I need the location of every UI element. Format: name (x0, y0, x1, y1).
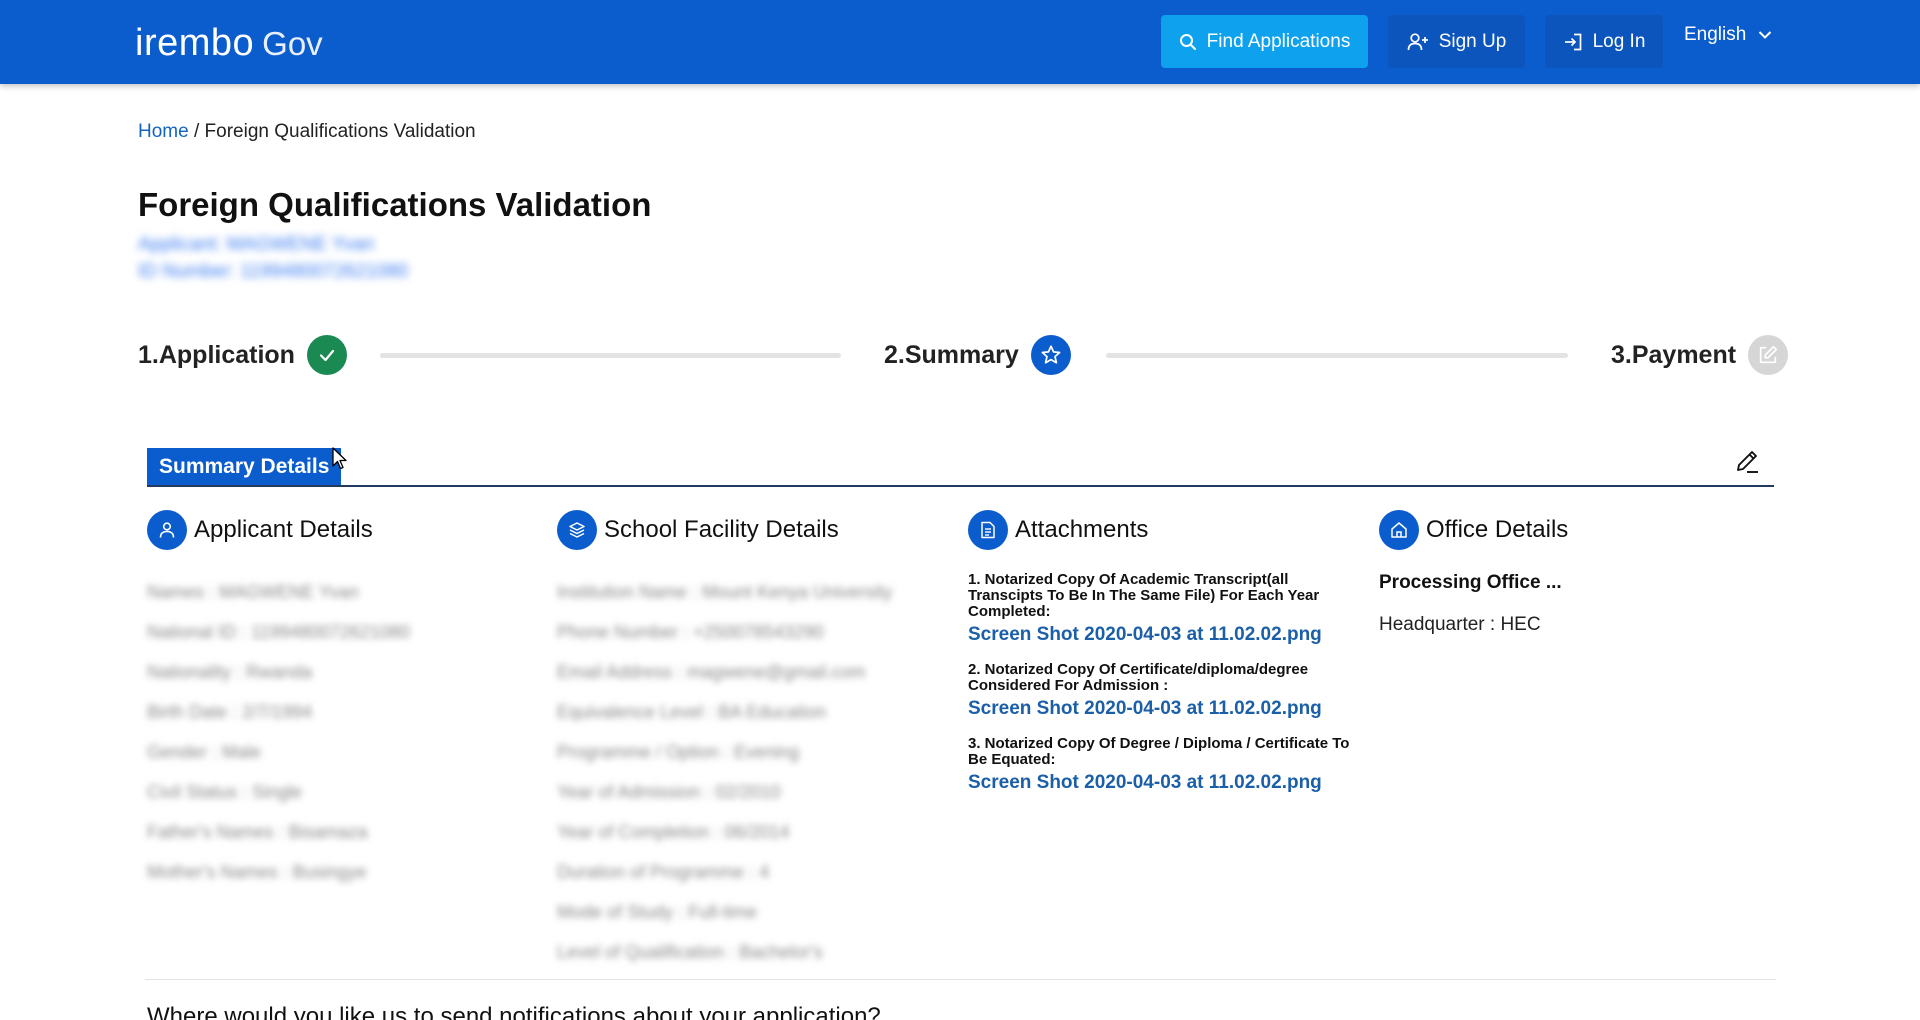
applicant-id-line: ID Number: 1199480072621080 (138, 261, 409, 282)
school-facility-list: Institution Name : Mount Kenya Universit… (557, 572, 947, 972)
attachment-label: 3. Notarized Copy Of Degree / Diploma / … (968, 735, 1350, 768)
list-item: Programme / Option : Evening (557, 742, 800, 762)
list-item: 2. Notarized Copy Of Certificate/diploma… (968, 662, 1353, 720)
top-navbar: irembo Gov Find Applications Sign Up Log… (0, 0, 1920, 84)
summary-divider (147, 485, 1774, 487)
attachment-file-link[interactable]: Screen Shot 2020-04-03 at 11.02.02.png (968, 624, 1353, 646)
list-item: Institution Name : Mount Kenya Universit… (557, 582, 893, 602)
list-item: Mother's Names : Busingye (147, 862, 367, 882)
person-icon (147, 510, 187, 550)
summary-details-tab[interactable]: Summary Details (147, 448, 341, 486)
school-facility-title: School Facility Details (604, 516, 839, 543)
sign-up-label: Sign Up (1438, 30, 1507, 52)
list-item: Father's Names : Bisamaza (147, 822, 368, 842)
school-facility-section: School Facility Details Institution Name… (557, 510, 947, 972)
attachments-header: Attachments (968, 510, 1353, 550)
headquarter-value: Headquarter : HEC (1379, 614, 1541, 635)
step-connector-2 (1106, 353, 1568, 358)
applicant-info: Applicant: MAGWENE Yvan ID Number: 11994… (138, 231, 408, 285)
irembo-gov-logo[interactable]: irembo Gov (135, 22, 323, 64)
list-item: 3. Notarized Copy Of Degree / Diploma / … (968, 736, 1353, 794)
office-details-section: Office Details Processing Office ... Hea… (1379, 510, 1769, 636)
applicant-details-section: Applicant Details Names : MAGWENE Yvan N… (147, 510, 537, 892)
chevron-down-icon (1759, 31, 1772, 39)
breadcrumb-home-link[interactable]: Home (138, 121, 189, 142)
step-payment-label: 3.Payment (1611, 340, 1737, 369)
attachment-file-link[interactable]: Screen Shot 2020-04-03 at 11.02.02.png (968, 698, 1353, 720)
attachments-section: Attachments 1. Notarized Copy Of Academi… (968, 510, 1353, 810)
page-title: Foreign Qualifications Validation (138, 186, 652, 223)
step-application-label: 1.Application (138, 340, 295, 369)
attachments-list: 1. Notarized Copy Of Academic Transcript… (968, 572, 1353, 794)
attachments-title: Attachments (1015, 516, 1149, 543)
list-item: Civil Status : Single (147, 782, 303, 802)
step-summary[interactable]: 2.Summary (884, 334, 1071, 376)
logo-main-text: irembo (135, 22, 255, 64)
list-item: Mode of Study : Full-time (557, 902, 758, 922)
list-item: 1. Notarized Copy Of Academic Transcript… (968, 572, 1353, 646)
language-label: English (1684, 24, 1747, 45)
step-connector-1 (380, 353, 841, 358)
school-facility-header: School Facility Details (557, 510, 947, 550)
step-payment[interactable]: 3.Payment (1611, 334, 1789, 376)
find-applications-button[interactable]: Find Applications (1161, 15, 1368, 68)
attachment-file-link[interactable]: Screen Shot 2020-04-03 at 11.02.02.png (968, 772, 1353, 794)
sign-up-button[interactable]: Sign Up (1388, 15, 1525, 68)
step-application[interactable]: 1.Application (138, 334, 347, 376)
language-selector[interactable]: English (1684, 24, 1772, 46)
check-icon (306, 335, 347, 375)
login-icon (1564, 33, 1581, 50)
list-item: National ID : 1199480072621080 (147, 622, 410, 642)
breadcrumb: Home / Foreign Qualifications Validation (138, 121, 476, 143)
list-item: Year of Admission : 02/2010 (557, 782, 781, 802)
processing-office-label: Processing Office ... (1379, 572, 1562, 593)
document-icon (968, 510, 1008, 550)
applicant-details-header: Applicant Details (147, 510, 537, 550)
office-details-header: Office Details (1379, 510, 1769, 550)
attachment-label: 2. Notarized Copy Of Certificate/diploma… (968, 661, 1309, 694)
log-in-button[interactable]: Log In (1545, 15, 1663, 68)
list-item: Phone Number : +250078543290 (557, 622, 824, 642)
list-item: Email Address : magwene@gmail.com (557, 662, 866, 682)
mouse-cursor-icon (332, 447, 347, 470)
pencil-icon[interactable] (1734, 448, 1760, 479)
notification-question: Where would you like us to send notifica… (147, 1003, 881, 1020)
layers-icon (557, 510, 597, 550)
list-item: Nationality : Rwanda (147, 662, 313, 682)
applicant-details-title: Applicant Details (194, 516, 373, 543)
find-applications-label: Find Applications (1206, 30, 1351, 52)
list-item: Duration of Programme : 4 (557, 862, 770, 882)
list-item: Birth Date : 2/7/1994 (147, 702, 313, 722)
list-item: Year of Completion : 06/2014 (557, 822, 790, 842)
applicant-name-line: Applicant: MAGWENE Yvan (138, 234, 375, 255)
list-item: Names : MAGWENE Yvan (147, 582, 359, 602)
search-icon (1179, 33, 1196, 50)
edit-square-icon (1748, 335, 1789, 375)
list-item: Equivalence Level : BA Education (557, 702, 827, 722)
step-summary-label: 2.Summary (884, 340, 1019, 369)
applicant-details-list: Names : MAGWENE Yvan National ID : 11994… (147, 572, 537, 892)
home-icon (1379, 510, 1419, 550)
section-divider (145, 979, 1776, 980)
add-user-icon (1407, 32, 1428, 50)
list-item: Gender : Male (147, 742, 262, 762)
logo-gov-text: Gov (262, 25, 323, 62)
breadcrumb-separator: / (188, 121, 205, 142)
breadcrumb-current: Foreign Qualifications Validation (204, 121, 476, 142)
attachment-label: 1. Notarized Copy Of Academic Transcript… (968, 571, 1320, 620)
office-details-title: Office Details (1426, 516, 1569, 543)
star-icon (1030, 335, 1071, 375)
log-in-label: Log In (1592, 30, 1646, 52)
list-item: Level of Qualification : Bachelor's (557, 942, 823, 962)
